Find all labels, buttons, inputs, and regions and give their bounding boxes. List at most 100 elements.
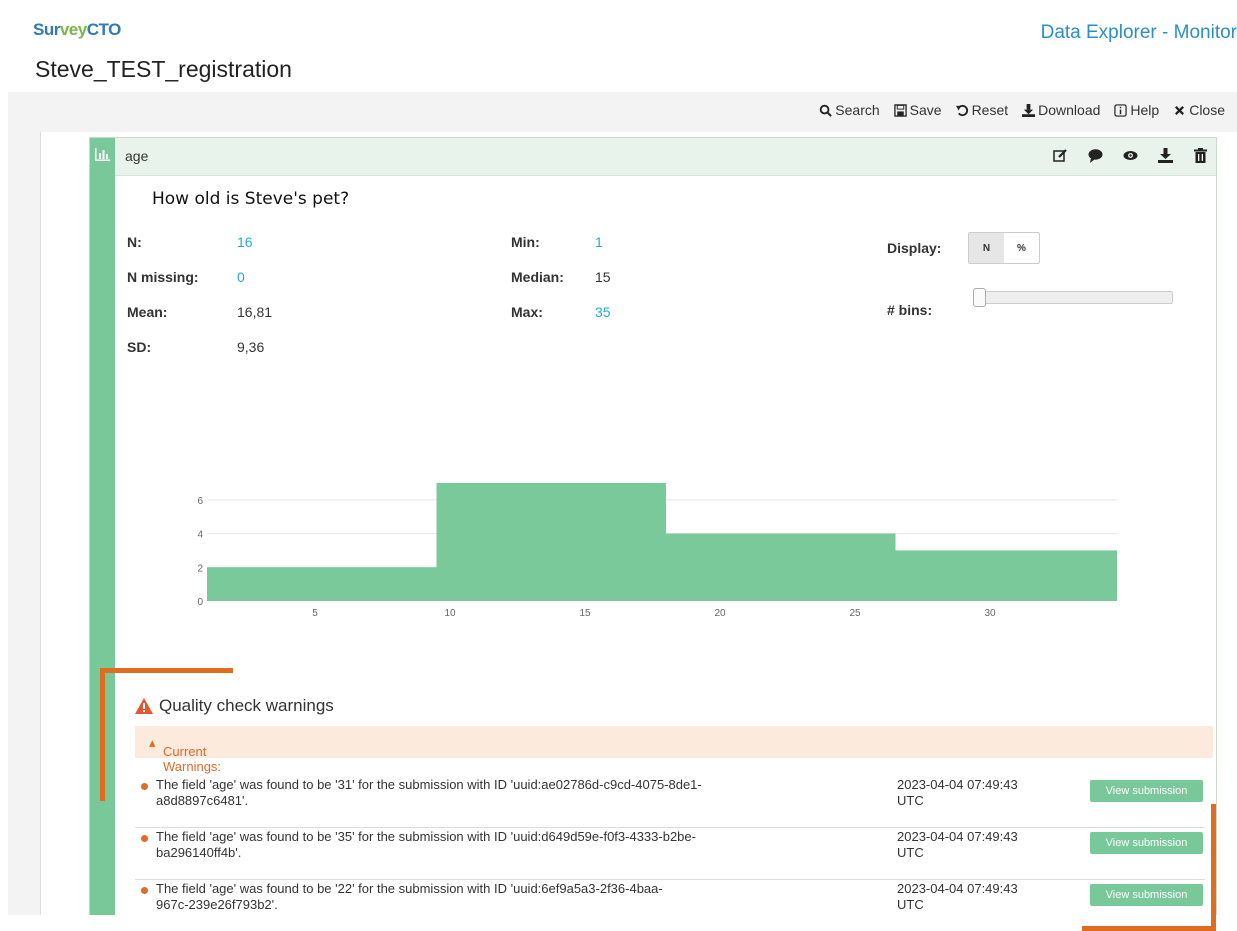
field-name: age	[125, 148, 149, 164]
bar-chart-icon	[95, 148, 110, 161]
warning-timestamp: 2023-04-04 07:49:43 UTC	[897, 829, 1067, 861]
close-icon	[1175, 105, 1185, 115]
stat-missing-value: 0	[237, 269, 245, 285]
view-submission-button[interactable]: View submission	[1090, 780, 1203, 802]
warning-timezone: UTC	[897, 845, 924, 860]
warning-message-line1: The field 'age' was found to be '31' for…	[156, 777, 702, 792]
stat-n: N: 16	[127, 234, 253, 250]
help-button[interactable]: Help	[1114, 102, 1159, 118]
save-button[interactable]: Save	[893, 102, 942, 118]
card-actions	[1053, 148, 1208, 163]
field-card: age How old is Steve's pet? N: 16 N miss…	[89, 137, 1217, 915]
download-button[interactable]: Download	[1022, 102, 1100, 118]
question-text: How old is Steve's pet?	[152, 189, 350, 209]
save-label: Save	[909, 102, 942, 118]
stat-sd-value: 9,36	[237, 339, 265, 355]
warning-timezone: UTC	[897, 793, 924, 808]
quality-check-title: Quality check warnings	[135, 696, 334, 716]
stat-sd-label: SD:	[127, 339, 152, 355]
download-field-icon[interactable]	[1158, 148, 1173, 163]
x-tick-label: 15	[579, 608, 591, 618]
bullet-icon	[141, 887, 148, 894]
warning-timezone: UTC	[897, 897, 924, 912]
logo-text-cto: CTO	[86, 20, 122, 39]
stat-n-label: N:	[127, 234, 142, 250]
stat-median-value: 15	[595, 269, 611, 285]
histogram-bar	[666, 533, 896, 601]
surveycto-logo[interactable]: SurveyCTO	[33, 20, 121, 40]
stat-min-label: Min:	[511, 234, 540, 250]
stat-missing-label: N missing:	[127, 269, 199, 285]
close-label: Close	[1189, 102, 1225, 118]
stat-mean-value: 16,81	[237, 304, 273, 320]
stat-median-label: Median:	[511, 269, 564, 285]
x-tick-label: 25	[849, 608, 861, 618]
y-tick-label: 4	[197, 530, 203, 541]
stat-n-value: 16	[237, 234, 253, 250]
card-header: age	[115, 138, 1216, 176]
eye-icon[interactable]	[1123, 148, 1138, 163]
bins-slider[interactable]	[973, 288, 1173, 307]
bullet-icon	[141, 835, 148, 842]
view-submission-button[interactable]: View submission	[1090, 884, 1203, 906]
stat-mean: Mean: 16,81	[127, 304, 272, 320]
edit-icon[interactable]	[1053, 148, 1068, 163]
reset-icon	[955, 104, 968, 116]
highlight-mark-right	[1211, 804, 1216, 931]
stat-max-label: Max:	[511, 304, 543, 320]
display-label: Display:	[887, 240, 942, 256]
stat-mean-label: Mean:	[127, 304, 168, 320]
highlight-mark-top	[100, 668, 233, 673]
warning-icon	[135, 698, 153, 714]
display-n-option[interactable]: N	[969, 233, 1004, 263]
display-percent-option[interactable]: %	[1004, 233, 1039, 263]
stat-max: Max: 35	[511, 304, 611, 320]
form-title: Steve_TEST_registration	[35, 56, 292, 82]
histogram-bar	[436, 483, 666, 601]
stat-min: Min: 1	[511, 234, 603, 250]
logo-text-vey: vey	[59, 20, 87, 39]
toolbar: Search Save Reset Download Help Close	[819, 102, 1225, 118]
y-tick-label: 6	[197, 496, 203, 507]
x-tick-label: 20	[714, 608, 726, 618]
highlight-mark-left	[100, 668, 105, 801]
search-label: Search	[835, 102, 880, 118]
quality-check-title-text: Quality check warnings	[159, 696, 334, 715]
comment-icon[interactable]	[1088, 148, 1103, 163]
stat-min-value: 1	[595, 234, 603, 250]
histogram-chart: 02465101520253035	[197, 483, 1117, 618]
trash-icon[interactable]	[1193, 148, 1208, 163]
y-tick-label: 2	[197, 563, 203, 574]
histogram-bar	[895, 550, 1117, 601]
stat-missing: N missing: 0	[127, 269, 245, 285]
current-warnings-label: Current Warnings:	[163, 744, 222, 774]
explorer-canvas: age How old is Steve's pet? N: 16 N miss…	[40, 132, 1237, 915]
warning-row: The field 'age' was found to be '35' for…	[135, 827, 1205, 880]
warning-date: 2023-04-04 07:49:43	[897, 829, 1018, 844]
warning-message: The field 'age' was found to be '22' for…	[156, 881, 836, 913]
search-icon	[820, 104, 833, 117]
view-submission-button[interactable]: View submission	[1090, 832, 1203, 854]
reset-button[interactable]: Reset	[955, 102, 1008, 118]
current-warnings-toggle[interactable]: ▴ Current Warnings:	[149, 735, 221, 774]
logo-text-sur: Sur	[33, 20, 60, 39]
warning-timestamp: 2023-04-04 07:49:43 UTC	[897, 777, 1067, 809]
current-warnings-header[interactable]: ▴ Current Warnings:	[135, 726, 1213, 774]
search-button[interactable]: Search	[819, 102, 880, 118]
warning-message-line1: The field 'age' was found to be '35' for…	[156, 829, 696, 844]
stat-median: Median: 15	[511, 269, 611, 285]
bins-slider-handle[interactable]	[973, 288, 986, 307]
x-tick-label: 30	[984, 608, 996, 618]
x-tick-label: 10	[444, 608, 456, 618]
close-button[interactable]: Close	[1173, 102, 1225, 118]
warning-row: The field 'age' was found to be '31' for…	[135, 775, 1205, 828]
download-label: Download	[1038, 102, 1101, 118]
help-icon	[1114, 103, 1128, 117]
top-bar: SurveyCTO Data Explorer - Monitor Steve_…	[0, 0, 1237, 90]
bins-label: # bins:	[887, 302, 933, 318]
stat-max-value: 35	[595, 304, 611, 320]
warning-message: The field 'age' was found to be '31' for…	[156, 777, 836, 809]
download-icon	[1022, 103, 1036, 117]
highlight-mark-bottom	[1082, 926, 1216, 931]
display-toggle: N %	[968, 232, 1040, 264]
